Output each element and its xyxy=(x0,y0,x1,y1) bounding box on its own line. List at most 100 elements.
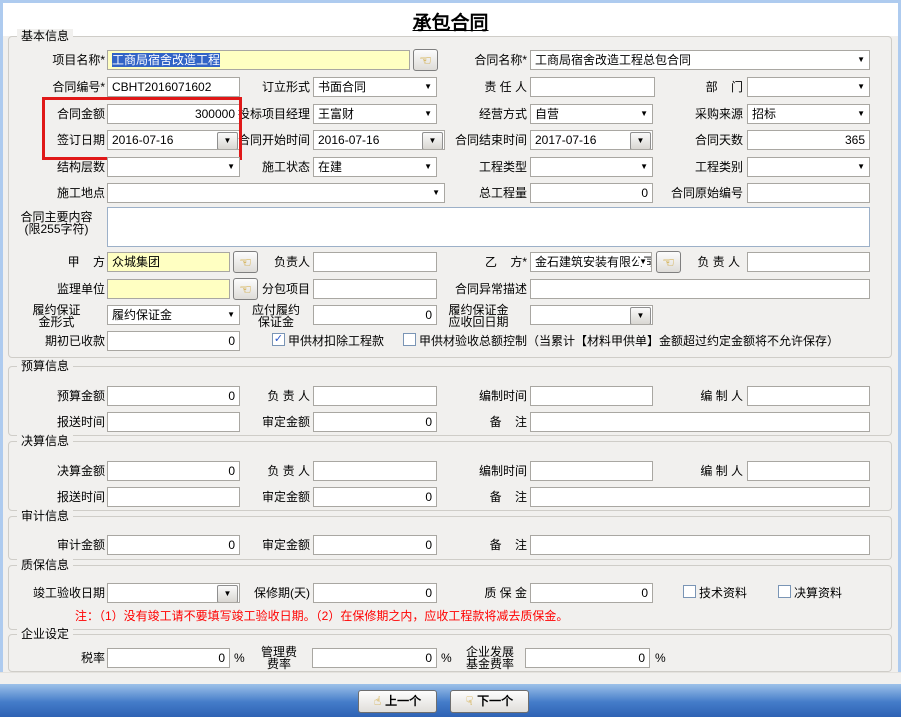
project-category-combo[interactable]: ▼ xyxy=(747,157,870,177)
contract-days-label: 合同天数 xyxy=(665,133,743,147)
settle-head-field[interactable] xyxy=(313,461,437,481)
dropdown-arrow-icon: ▼ xyxy=(640,163,648,171)
warranty-days-field[interactable]: 0 xyxy=(313,583,437,603)
mgmt-rate-field[interactable]: 0 xyxy=(312,648,437,668)
total-quantity-label: 总工程量 xyxy=(430,186,527,200)
project-name-selected-text: 工商局宿舍改造工程 xyxy=(112,53,220,67)
audit-amount-field[interactable]: 0 xyxy=(107,535,240,555)
dev-rate-field[interactable]: 0 xyxy=(525,648,650,668)
completion-date-picker[interactable]: ▼ xyxy=(107,583,240,603)
final-docs-checkbox[interactable] xyxy=(778,585,791,598)
procure-source-combo[interactable]: 招标▼ xyxy=(747,104,870,124)
warranty-days-label: 保修期(天) xyxy=(232,586,310,600)
project-type-label: 工程类型 xyxy=(430,160,527,174)
budget-approved-field[interactable]: 0 xyxy=(313,412,437,432)
original-no-field[interactable] xyxy=(747,183,870,203)
tech-docs-checkbox[interactable] xyxy=(683,585,696,598)
tax-rate-field[interactable]: 0 xyxy=(107,648,230,668)
operation-mode-combo[interactable]: 自营▼ xyxy=(530,104,653,124)
guarantee-form-combo[interactable]: 履约保证金▼ xyxy=(107,305,240,325)
audit-remark-field[interactable] xyxy=(530,535,870,555)
procure-source-value: 招标 xyxy=(752,107,776,121)
warranty-fund-field[interactable]: 0 xyxy=(530,583,653,603)
party-a-head-field[interactable] xyxy=(313,252,437,272)
payable-guarantee-field[interactable]: 0 xyxy=(313,305,437,325)
build-site-combo[interactable]: ▼ xyxy=(107,183,445,203)
abnormal-desc-field[interactable] xyxy=(530,279,870,299)
dropdown-arrow-icon: ▼ xyxy=(639,258,647,266)
up-hand-icon: ☝ xyxy=(374,694,381,708)
build-status-combo[interactable]: 在建▼ xyxy=(313,157,437,177)
department-combo[interactable]: ▼ xyxy=(747,77,870,97)
end-date-picker[interactable]: 2017-07-16 ▼ xyxy=(530,130,653,150)
budget-head-field[interactable] xyxy=(313,386,437,406)
bid-manager-combo[interactable]: 王富财▼ xyxy=(313,104,437,124)
date-dropdown-button[interactable]: ▼ xyxy=(630,307,651,325)
project-type-combo[interactable]: ▼ xyxy=(530,157,653,177)
total-quantity-field[interactable]: 0 xyxy=(530,183,653,203)
tech-docs-label: 技术资料 xyxy=(699,586,759,600)
material-control-checkbox[interactable] xyxy=(403,333,416,346)
group-budget-legend: 预算信息 xyxy=(17,359,73,373)
main-content-textarea[interactable] xyxy=(107,207,870,247)
settle-remark-field[interactable] xyxy=(530,487,870,507)
guarantee-return-picker[interactable]: ▼ xyxy=(530,305,653,325)
settle-compiler-field[interactable] xyxy=(747,461,870,481)
form-type-label: 订立形式 xyxy=(232,80,310,94)
group-warranty-legend: 质保信息 xyxy=(17,558,73,572)
annotation-highlight-box xyxy=(42,97,242,160)
contract-no-field[interactable]: CBHT2016071602 xyxy=(107,77,240,97)
budget-ctime-field[interactable] xyxy=(530,386,653,406)
budget-compiler-field[interactable] xyxy=(747,386,870,406)
mgmt-rate-label: 管理费 费率 xyxy=(255,646,303,670)
audit-approved-label: 审定金额 xyxy=(232,538,310,552)
settle-ctime-field[interactable] xyxy=(530,461,653,481)
structure-layers-combo[interactable]: ▼ xyxy=(107,157,240,177)
party-b-head-label: 负 责 人 xyxy=(662,255,740,269)
window-border-left xyxy=(0,0,3,684)
settle-approved-field[interactable]: 0 xyxy=(313,487,437,507)
settle-stime-field[interactable] xyxy=(107,487,240,507)
settle-remark-label: 备 注 xyxy=(430,490,527,504)
next-button[interactable]: ☟下一个 xyxy=(450,690,529,713)
party-b-combo[interactable]: 金石建筑安装有限公司▼ xyxy=(530,252,652,272)
supervisor-label: 监理单位 xyxy=(8,282,105,296)
final-docs-label: 决算资料 xyxy=(794,586,854,600)
deduct-material-checkbox[interactable]: ✓ xyxy=(272,333,285,346)
budget-remark-field[interactable] xyxy=(530,412,870,432)
audit-approved-field[interactable]: 0 xyxy=(313,535,437,555)
procure-source-label: 采购来源 xyxy=(665,107,743,121)
guarantee-form-label: 履约保证 金形式 xyxy=(8,304,105,328)
build-site-label: 施工地点 xyxy=(8,186,105,200)
dropdown-arrow-icon: ▼ xyxy=(857,56,865,64)
contract-name-combo[interactable]: 工商局宿舍改造工程总包合同▼ xyxy=(530,50,870,70)
bid-manager-value: 王富财 xyxy=(318,107,354,121)
responsible-field[interactable] xyxy=(530,77,655,97)
budget-stime-field[interactable] xyxy=(107,412,240,432)
end-date-value: 2017-07-16 xyxy=(535,133,596,147)
audit-remark-label: 备 注 xyxy=(430,538,527,552)
party-b-label: 乙 方* xyxy=(430,255,527,269)
subcontract-field[interactable] xyxy=(313,279,437,299)
completion-date-label: 竣工验收日期 xyxy=(8,586,105,600)
bid-manager-label: 投标项目经理 xyxy=(232,107,310,121)
group-settlement-legend: 决算信息 xyxy=(17,434,73,448)
settle-amount-field[interactable]: 0 xyxy=(107,461,240,481)
date-dropdown-button[interactable]: ▼ xyxy=(630,132,651,150)
settle-head-label: 负 责 人 xyxy=(232,464,310,478)
form-type-combo[interactable]: 书面合同▼ xyxy=(313,77,437,97)
budget-head-label: 负 责 人 xyxy=(232,389,310,403)
contract-form-window: 承包合同 基本信息 项目名称* 工商局宿舍改造工程 ☜ 合同名称* 工商局宿舍改… xyxy=(0,0,901,717)
previous-button[interactable]: ☝上一个 xyxy=(358,690,437,713)
party-b-head-field[interactable] xyxy=(747,252,870,272)
party-a-field[interactable]: 众城集团 xyxy=(107,252,230,272)
budget-amount-field[interactable]: 0 xyxy=(107,386,240,406)
tax-rate-percent: % xyxy=(234,651,248,665)
settle-approved-label: 审定金额 xyxy=(232,490,310,504)
initial-received-field[interactable]: 0 xyxy=(107,331,240,351)
supervisor-field[interactable] xyxy=(107,279,230,299)
project-name-field[interactable]: 工商局宿舍改造工程 xyxy=(107,50,410,70)
contract-days-field[interactable]: 365 xyxy=(747,130,870,150)
contract-name-label: 合同名称* xyxy=(430,53,527,67)
start-date-picker[interactable]: 2016-07-16▼ xyxy=(313,130,445,150)
